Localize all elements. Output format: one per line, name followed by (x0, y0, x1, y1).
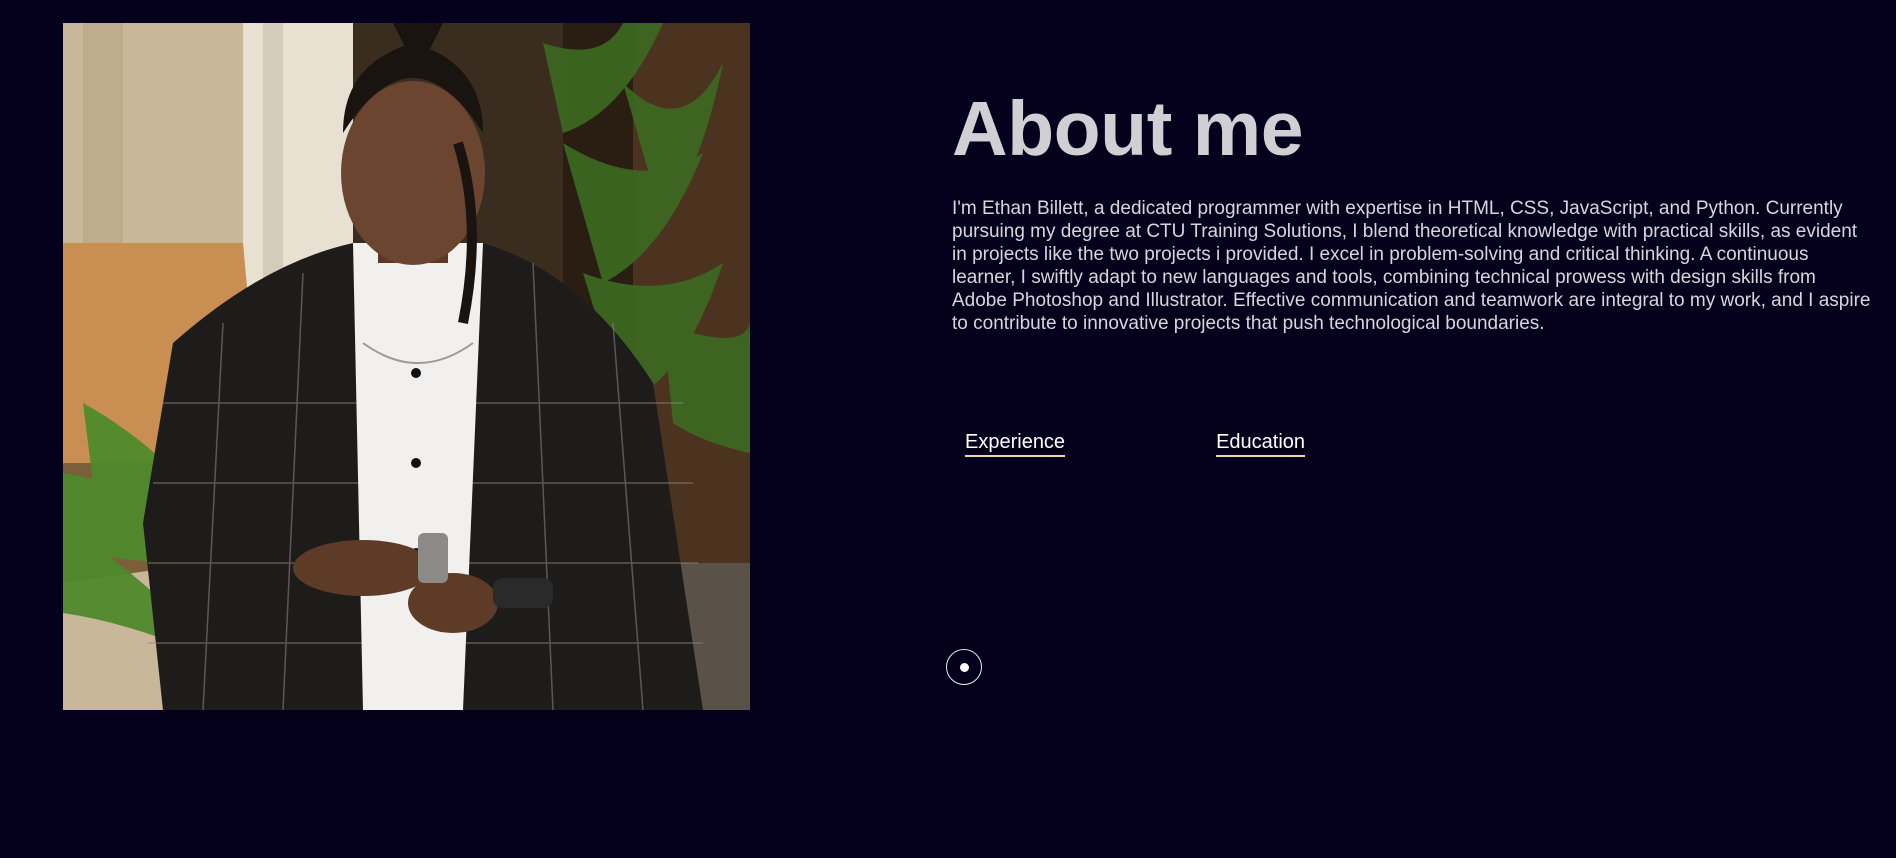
profile-photo-illustration (63, 23, 750, 710)
tab-experience[interactable]: Experience (965, 430, 1066, 457)
tab-bar: Experience Education (965, 430, 1306, 457)
bio-paragraph: I'm Ethan Billett, a dedicated programme… (952, 198, 1871, 334)
about-content: About me I'm Ethan Billett, a dedicated … (952, 85, 1872, 335)
radio-toggle[interactable] (946, 649, 982, 685)
page-title: About me (952, 86, 1304, 172)
tab-education[interactable]: Education (1216, 430, 1306, 457)
radio-dot-icon (959, 662, 969, 672)
about-page: About me I'm Ethan Billett, a dedicated … (0, 0, 1896, 858)
profile-photo (63, 23, 750, 710)
